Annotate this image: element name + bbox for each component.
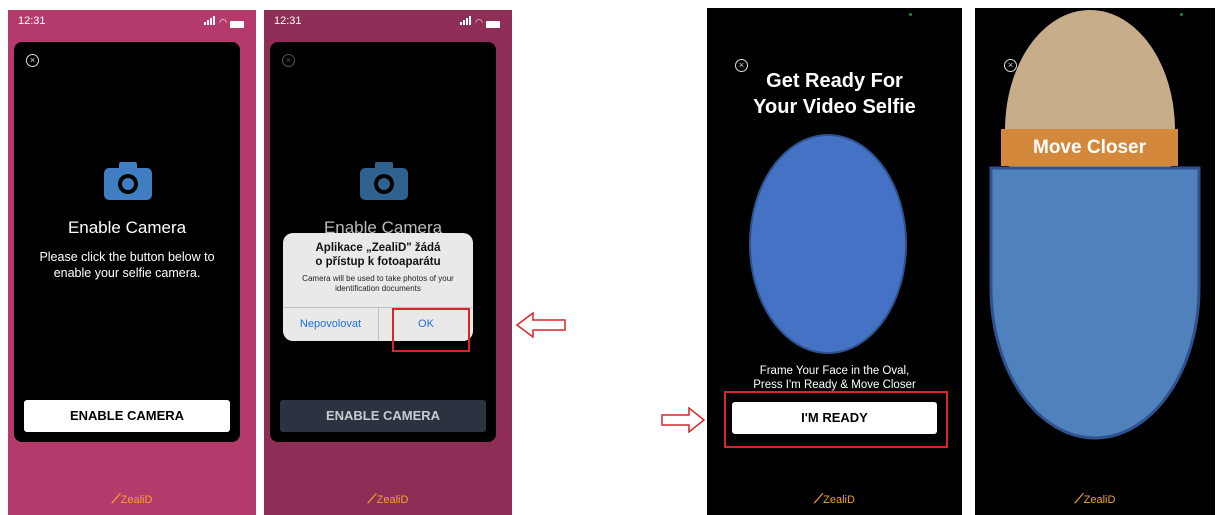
page-title: Enable Camera (67, 218, 187, 237)
title-line2: Your Video Selfie (753, 96, 916, 118)
alert-title-line2: o přístup k fotoaparátu (315, 256, 441, 268)
battery-icon (230, 21, 244, 28)
arrow-right-icon (661, 406, 706, 434)
move-closer-banner: Move Closer (1001, 129, 1178, 166)
camera-icon (104, 162, 152, 200)
wifi-icon: ◠ (475, 17, 483, 27)
phone-screen-move-closer: × Move Closer ⟋ZealiD (975, 8, 1215, 515)
face-oval (989, 10, 1201, 440)
close-icon[interactable]: × (26, 54, 39, 67)
description: Please click the button below to enable … (39, 250, 215, 280)
arrow-left-icon (515, 311, 566, 339)
status-time: 12:31 (18, 15, 46, 27)
status-time: 12:31 (274, 15, 302, 27)
alert-title: Aplikace „ZealiD" žádá o přístup k fotoa… (289, 241, 467, 269)
instruction-text: Frame Your Face in the Oval, Press I'm R… (707, 364, 962, 392)
wifi-icon: ◠ (219, 17, 227, 27)
enable-camera-button: ENABLE CAMERA (280, 400, 486, 432)
status-icons: ◠ (460, 16, 500, 28)
phone-screen-enable-camera: 12:31 ◠ × Enable Camera Please click the… (8, 10, 256, 515)
kangaroo-icon: ⟋ (367, 491, 377, 506)
kangaroo-icon: ⟋ (111, 491, 121, 506)
status-icons: ◠ (204, 16, 244, 28)
zealid-logo: ⟋ZealiD (707, 491, 962, 507)
kangaroo-icon: ⟋ (814, 491, 824, 506)
instruction-line1: Frame Your Face in the Oval, (759, 365, 910, 377)
title-line1: Get Ready For (766, 70, 903, 92)
zealid-logo: ⟋ZealiD (975, 491, 1215, 507)
instruction-line2: Press I'm Ready & Move Closer (753, 379, 916, 391)
close-icon: × (282, 54, 295, 67)
kangaroo-icon: ⟋ (1074, 491, 1084, 506)
alert-title-line1: Aplikace „ZealiD" žádá (315, 242, 441, 254)
status-bar: 12:31 ◠ (8, 10, 256, 32)
zealid-logo: ⟋ZealiD (8, 491, 256, 507)
signal-icon (204, 16, 216, 28)
camera-dot-icon (909, 13, 912, 16)
logo-text: ZealiD (376, 494, 409, 506)
logo-text: ZealiD (823, 494, 855, 506)
battery-icon (486, 21, 500, 28)
dialog-card: × Enable Camera Please click the button … (14, 42, 240, 442)
zealid-logo: ⟋ZealiD (264, 491, 512, 507)
logo-text: ZealiD (1083, 494, 1116, 506)
highlight-box (724, 391, 948, 448)
deny-button[interactable]: Nepovolovat (283, 307, 378, 341)
camera-icon (360, 162, 408, 200)
signal-icon (460, 16, 472, 28)
alert-message: Camera will be used to take photos of yo… (302, 274, 454, 293)
enable-camera-button[interactable]: ENABLE CAMERA (24, 400, 230, 432)
page-title: Get Ready For Your Video Selfie (707, 68, 962, 120)
logo-text: ZealiD (120, 494, 153, 506)
status-bar: 12:31 ◠ (264, 10, 512, 32)
highlight-box (392, 308, 470, 352)
face-oval (749, 134, 907, 354)
